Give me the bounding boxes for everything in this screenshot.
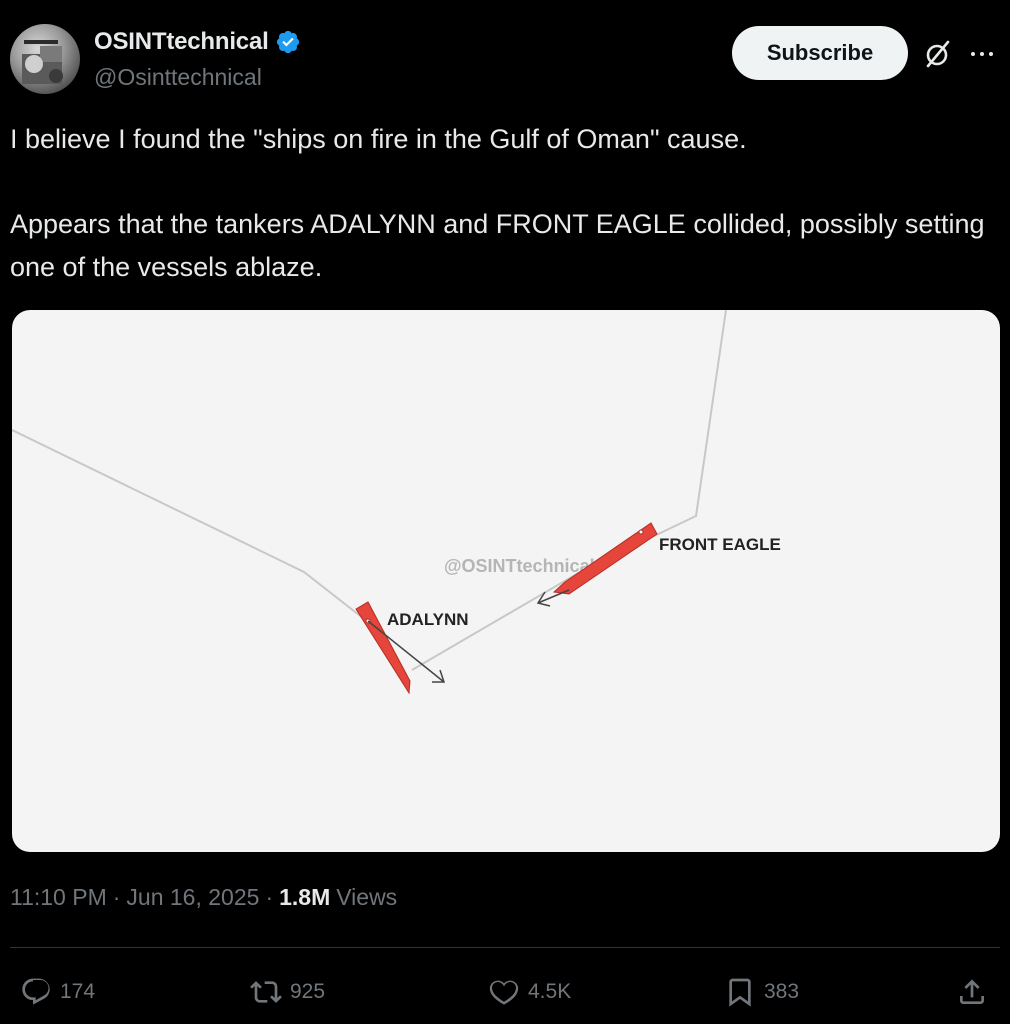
tweet-date[interactable]: Jun 16, 2025 (126, 884, 259, 911)
bookmark-icon (729, 978, 751, 1007)
adalynn-track-line (12, 429, 369, 623)
reply-count: 174 (60, 980, 96, 1003)
divider (10, 947, 1000, 948)
tweet-header: OSINTtechnical @Osinttechnical Subscribe (10, 24, 1000, 98)
views-count: 1.8M (279, 884, 331, 910)
front-eagle-label: FRONT EAGLE (659, 535, 781, 554)
reply-button[interactable]: 174 (20, 970, 95, 1014)
tweet-text: I believe I found the "ships on fire in … (10, 118, 1000, 289)
front-eagle-position-dot (638, 529, 644, 535)
avatar[interactable] (10, 24, 80, 94)
meta-separator: · (112, 884, 121, 910)
share-icon (960, 979, 984, 1004)
like-button[interactable]: 4.5K (488, 970, 571, 1014)
author-name-row: OSINTtechnical (94, 28, 301, 56)
like-icon (489, 980, 519, 1005)
bookmark-button[interactable]: 383 (724, 970, 799, 1014)
tweet-paragraph-2: Appears that the tankers ADALYNN and FRO… (10, 209, 985, 282)
views-label: Views (336, 884, 398, 910)
adalynn-label: ADALYNN (387, 610, 469, 629)
watermark-text: @OSINTtechnical (444, 556, 595, 576)
author-display-name[interactable]: OSINTtechnical (94, 28, 269, 56)
tweet-media-image[interactable]: @OSINTtechnical FRONT EAGLE ADALYNN (12, 310, 1000, 852)
repost-icon (250, 981, 282, 1003)
repost-button[interactable]: 925 (250, 970, 325, 1014)
like-count: 4.5K (528, 980, 572, 1003)
tweet-time[interactable]: 11:10 PM (10, 884, 107, 911)
tweet-actions: 174 925 4.5K 383 (10, 970, 1000, 1014)
avatar-image-icon (22, 40, 63, 84)
author-handle[interactable]: @Osinttechnical (94, 64, 262, 91)
tweet-paragraph-1: I believe I found the "ships on fire in … (10, 124, 747, 154)
tweet-meta: 11:10 PM · Jun 16, 2025 · 1.8M Views (10, 884, 397, 911)
subscribe-button[interactable]: Subscribe (732, 26, 908, 80)
repost-count: 925 (290, 980, 326, 1003)
more-icon[interactable] (966, 38, 998, 70)
bookmark-count: 383 (764, 980, 800, 1003)
meta-separator: · (265, 884, 274, 910)
verified-badge-icon (276, 30, 299, 54)
ship-tracking-map: @OSINTtechnical FRONT EAGLE ADALYNN (12, 310, 781, 695)
grok-icon[interactable] (922, 38, 954, 70)
share-button[interactable] (956, 970, 996, 1014)
reply-icon (22, 978, 50, 1005)
